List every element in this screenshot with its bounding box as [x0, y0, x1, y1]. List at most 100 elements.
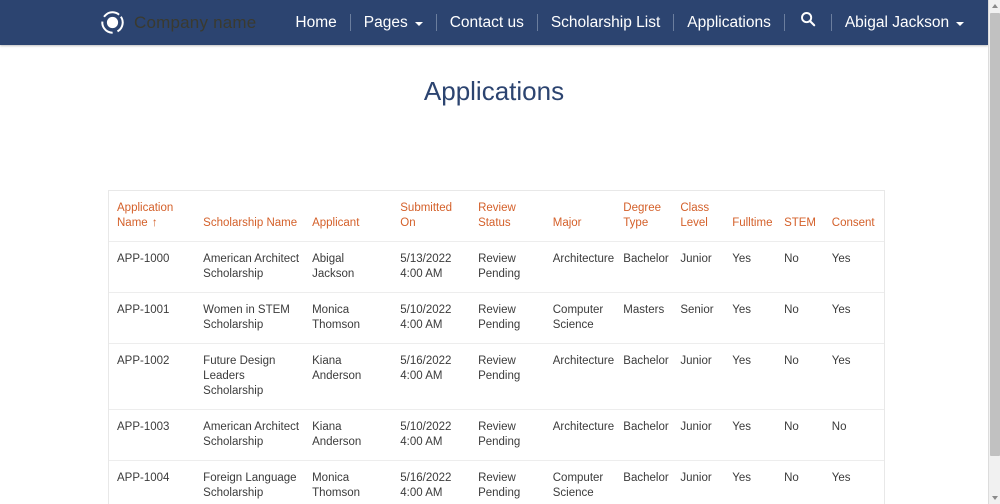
cell-fulltime: Yes [726, 344, 778, 410]
nav-items: Home Pages Contact us Scholarship List A… [282, 0, 977, 45]
scroll-down-arrow-icon [992, 496, 998, 500]
page-root: Company name Home Pages Contact us Schol… [0, 0, 1000, 504]
cell-application-name: APP-1004 [109, 461, 197, 504]
cell-stem: No [778, 410, 826, 461]
applications-table: Application Name↑ Scholarship Name Appli… [109, 191, 884, 504]
column-header-degree-type-label: Degree Type [623, 202, 661, 229]
nav-item-pages-label: Pages [364, 0, 408, 45]
cell-degree-type: Bachelor [617, 242, 674, 293]
cell-degree-type: Bachelor [617, 410, 674, 461]
cell-submitted-on: 5/16/2022 4:00 AM [394, 344, 472, 410]
cell-review-status: Review Pending [472, 461, 547, 504]
cell-major: Architecture [547, 410, 618, 461]
cell-class-level: Senior [674, 293, 726, 344]
nav-item-home-label: Home [295, 0, 336, 45]
scroll-down-button[interactable] [989, 492, 1000, 504]
column-header-class-level[interactable]: Class Level [674, 191, 726, 242]
nav-item-scholarship-list-label: Scholarship List [551, 0, 660, 45]
column-header-consent-label: Consent [832, 217, 875, 229]
search-icon [800, 0, 816, 45]
table-row[interactable]: APP-1000 American Architect Scholarship … [109, 242, 884, 293]
cell-scholarship-name: Foreign Language Scholarship [197, 461, 306, 504]
cell-consent: Yes [826, 344, 884, 410]
cell-stem: No [778, 242, 826, 293]
cell-fulltime: Yes [726, 242, 778, 293]
cell-submitted-on: 5/10/2022 4:00 AM [394, 293, 472, 344]
chevron-down-icon [415, 22, 423, 26]
table-header: Application Name↑ Scholarship Name Appli… [109, 191, 884, 242]
cell-major: Architecture [547, 242, 618, 293]
table-row[interactable]: APP-1002 Future Design Leaders Scholarsh… [109, 344, 884, 410]
nav-item-pages[interactable]: Pages [351, 0, 436, 45]
scroll-up-button[interactable] [989, 0, 1000, 12]
cell-scholarship-name: American Architect Scholarship [197, 410, 306, 461]
column-header-stem[interactable]: STEM [778, 191, 826, 242]
user-menu[interactable]: Abigal Jackson [832, 0, 977, 45]
cell-degree-type: Bachelor [617, 461, 674, 504]
cell-consent: Yes [826, 293, 884, 344]
column-header-submitted-on-label: Submitted On [400, 202, 452, 229]
search-button[interactable] [785, 0, 831, 45]
cell-scholarship-name: American Architect Scholarship [197, 242, 306, 293]
column-header-submitted-on[interactable]: Submitted On [394, 191, 472, 242]
cell-scholarship-name: Future Design Leaders Scholarship [197, 344, 306, 410]
column-header-scholarship-name-label: Scholarship Name [203, 217, 297, 229]
column-header-review-status[interactable]: Review Status [472, 191, 547, 242]
column-header-class-level-label: Class Level [680, 202, 709, 229]
company-circle-logo-icon [100, 10, 125, 35]
column-header-applicant-label: Applicant [312, 217, 359, 229]
column-header-application-name[interactable]: Application Name↑ [109, 191, 197, 242]
column-header-fulltime-label: Fulltime [732, 217, 772, 229]
cell-fulltime: Yes [726, 461, 778, 504]
table-row[interactable]: APP-1003 American Architect Scholarship … [109, 410, 884, 461]
cell-degree-type: Bachelor [617, 344, 674, 410]
table-row[interactable]: APP-1004 Foreign Language Scholarship Mo… [109, 461, 884, 504]
cell-consent: Yes [826, 461, 884, 504]
cell-applicant: Kiana Anderson [306, 344, 394, 410]
brand-name: Company name [134, 13, 256, 33]
nav-item-scholarship-list[interactable]: Scholarship List [538, 0, 673, 45]
cell-applicant: Monica Thomson [306, 293, 394, 344]
cell-submitted-on: 5/10/2022 4:00 AM [394, 410, 472, 461]
page-title: Applications [0, 76, 988, 107]
cell-fulltime: Yes [726, 293, 778, 344]
cell-major: Computer Science [547, 461, 618, 504]
cell-stem: No [778, 461, 826, 504]
cell-review-status: Review Pending [472, 344, 547, 410]
cell-consent: No [826, 410, 884, 461]
column-header-scholarship-name[interactable]: Scholarship Name [197, 191, 306, 242]
cell-applicant: Kiana Anderson [306, 410, 394, 461]
cell-review-status: Review Pending [472, 410, 547, 461]
column-header-degree-type[interactable]: Degree Type [617, 191, 674, 242]
chevron-down-icon [956, 22, 964, 26]
nav-item-contact-us[interactable]: Contact us [437, 0, 537, 45]
cell-application-name: APP-1000 [109, 242, 197, 293]
cell-major: Computer Science [547, 293, 618, 344]
column-header-consent[interactable]: Consent [826, 191, 884, 242]
column-header-stem-label: STEM [784, 217, 816, 229]
brand[interactable]: Company name [100, 10, 256, 35]
scroll-up-arrow-icon [992, 4, 998, 8]
cell-application-name: APP-1003 [109, 410, 197, 461]
cell-submitted-on: 5/16/2022 4:00 AM [394, 461, 472, 504]
column-header-major[interactable]: Major [547, 191, 618, 242]
table-row[interactable]: APP-1001 Women in STEM Scholarship Monic… [109, 293, 884, 344]
sort-ascending-arrow-icon: ↑ [152, 216, 158, 228]
page-scrollbar[interactable] [988, 0, 1000, 504]
column-header-application-name-label: Application Name [117, 202, 173, 229]
column-header-applicant[interactable]: Applicant [306, 191, 394, 242]
cell-application-name: APP-1002 [109, 344, 197, 410]
cell-class-level: Junior [674, 344, 726, 410]
nav-item-applications-label: Applications [687, 0, 771, 45]
column-header-review-status-label: Review Status [478, 202, 516, 229]
cell-consent: Yes [826, 242, 884, 293]
cell-major: Architecture [547, 344, 618, 410]
nav-item-home[interactable]: Home [282, 0, 349, 45]
nav-item-applications[interactable]: Applications [674, 0, 784, 45]
top-navigation-bar: Company name Home Pages Contact us Schol… [0, 0, 988, 45]
table-header-row: Application Name↑ Scholarship Name Appli… [109, 191, 884, 242]
scrollbar-thumb[interactable] [990, 13, 1000, 456]
column-header-major-label: Major [553, 217, 582, 229]
column-header-fulltime[interactable]: Fulltime [726, 191, 778, 242]
cell-stem: No [778, 293, 826, 344]
